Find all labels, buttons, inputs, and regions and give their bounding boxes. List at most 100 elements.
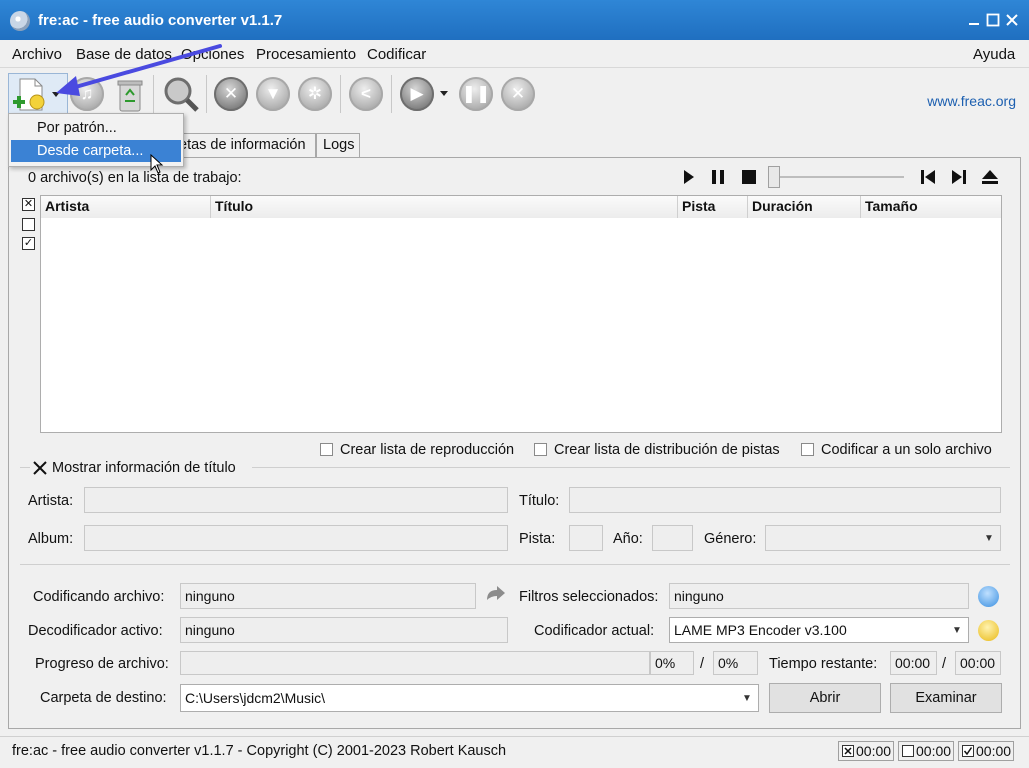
year-field[interactable] — [652, 525, 693, 551]
window-title: fre:ac - free audio converter v1.1.7 — [38, 12, 283, 29]
filter-icon[interactable]: ▼ — [256, 77, 290, 111]
tab-label: Logs — [323, 137, 355, 153]
show-title-info-checkbox[interactable] — [33, 461, 47, 475]
joblist-count: 0 archivo(s) en la lista de trabajo: — [28, 170, 242, 186]
tab-logs[interactable]: Logs — [316, 133, 360, 158]
column-header-title[interactable]: Título — [211, 196, 678, 218]
title-field[interactable] — [569, 487, 1001, 513]
status-time3: 00:00 — [976, 743, 1012, 759]
open-folder-button[interactable]: Abrir — [769, 683, 881, 713]
maximize-icon[interactable] — [985, 12, 1001, 28]
mouse-cursor-icon — [150, 154, 164, 174]
format-arrow-icon — [487, 586, 505, 600]
status-time2: 00:00 — [916, 743, 952, 759]
artist-field[interactable] — [84, 487, 508, 513]
chevron-down-icon: ▼ — [952, 624, 962, 636]
column-header-artist[interactable]: Artista — [41, 196, 211, 218]
stop-icon[interactable]: ✕ — [501, 77, 535, 111]
status-bar: fre:ac - free audio converter v1.1.7 - C… — [0, 736, 1029, 768]
column-header-duration[interactable]: Duración — [748, 196, 861, 218]
output-folder-field[interactable]: C:\Users\jdcm2\Music\ ▼ — [180, 684, 759, 712]
genre-label: Género: — [704, 531, 757, 547]
pause-icon[interactable] — [710, 169, 726, 185]
create-cuesheet-checkbox[interactable] — [534, 443, 547, 456]
stop-icon[interactable] — [741, 169, 757, 185]
encoder-label: Codificador actual: — [534, 623, 655, 639]
filter-icon[interactable] — [978, 586, 999, 607]
checked-x-icon — [842, 745, 854, 757]
output-folder-label: Carpeta de destino: — [40, 690, 167, 706]
minimize-icon[interactable] — [966, 12, 982, 28]
decoder-field: ninguno — [180, 617, 508, 643]
gear-icon[interactable] — [978, 620, 999, 641]
menu-procesamiento[interactable]: Procesamiento — [256, 46, 356, 63]
file-progress-bar — [180, 651, 650, 675]
status-time-selected: 00:00 — [838, 741, 894, 761]
status-text: fre:ac - free audio converter v1.1.7 - C… — [12, 743, 507, 759]
encoding-file-label: Codificando archivo: — [33, 589, 165, 605]
create-playlist-checkbox[interactable] — [320, 443, 333, 456]
album-field[interactable] — [84, 525, 508, 551]
select-none-checkbox[interactable] — [22, 218, 35, 231]
filters-label: Filtros seleccionados: — [519, 589, 659, 605]
eject-icon[interactable] — [981, 168, 999, 186]
previous-track-icon[interactable] — [920, 169, 936, 185]
play-icon[interactable] — [682, 169, 696, 185]
column-header-track[interactable]: Pista — [678, 196, 748, 218]
total-progress-percent: 0% — [713, 651, 758, 675]
menu-item-by-pattern[interactable]: Por patrón... — [11, 117, 181, 139]
app-icon — [10, 11, 30, 31]
track-field[interactable] — [569, 525, 603, 551]
title-bar: fre:ac - free audio converter v1.1.7 — [0, 0, 1029, 40]
column-header-size[interactable]: Tamaño — [861, 196, 1001, 218]
playback-slider-thumb[interactable] — [768, 166, 780, 188]
single-file-checkbox[interactable] — [801, 443, 814, 456]
menu-ayuda[interactable]: Ayuda — [973, 46, 1015, 63]
progress-label: Progreso de archivo: — [35, 656, 169, 672]
album-label: Album: — [28, 531, 74, 547]
remaining-total-time: 00:00 — [955, 651, 1001, 675]
menu-codificar[interactable]: Codificar — [367, 46, 426, 63]
play-icon[interactable]: ▶ — [400, 77, 434, 111]
status-time1: 00:00 — [856, 743, 892, 759]
freac-website-link[interactable]: www.freac.org — [927, 93, 1016, 109]
next-track-icon[interactable] — [951, 169, 967, 185]
chevron-down-icon: ▼ — [742, 692, 752, 704]
checked-box-icon — [962, 745, 974, 757]
joblist-table[interactable]: Artista Título Pista Duración Tamaño — [40, 195, 1002, 433]
toolbar-separator — [340, 75, 341, 113]
status-time-unselected: 00:00 — [898, 741, 954, 761]
remaining-time-label: Tiempo restante: — [769, 656, 878, 672]
decoder-label: Decodificador activo: — [28, 623, 163, 639]
create-playlist-label: Crear lista de reproducción — [340, 442, 515, 458]
track-label: Pista: — [519, 531, 556, 547]
year-label: Año: — [613, 531, 643, 547]
browse-folder-button[interactable]: Examinar — [890, 683, 1002, 713]
chevron-down-icon: ▼ — [984, 532, 994, 544]
unchecked-box-icon — [902, 745, 914, 757]
remaining-separator: / — [942, 656, 947, 672]
show-title-info-label: Mostrar información de título — [52, 460, 236, 476]
share-icon[interactable]: < — [349, 77, 383, 111]
add-files-icon — [13, 78, 45, 111]
pause-icon[interactable]: ❚❚ — [459, 77, 493, 111]
gear-icon[interactable]: ✲ — [298, 77, 332, 111]
annotation-arrow-icon — [56, 44, 222, 96]
file-progress-percent: 0% — [650, 651, 694, 675]
remaining-file-time: 00:00 — [890, 651, 937, 675]
close-icon[interactable] — [1004, 12, 1020, 28]
tab-title-info[interactable]: etas de información — [172, 133, 316, 158]
encoder-value: LAME MP3 Encoder v3.100 — [674, 622, 847, 638]
genre-select[interactable]: ▼ — [765, 525, 1001, 551]
progress-separator: / — [700, 656, 705, 672]
toggle-selection-checkbox[interactable]: ✓ — [22, 237, 35, 250]
single-file-label: Codificar a un solo archivo — [821, 442, 992, 458]
select-all-checkbox[interactable]: ✕ — [22, 198, 35, 211]
encoder-select[interactable]: LAME MP3 Encoder v3.100 ▼ — [669, 617, 969, 643]
create-cuesheet-label: Crear lista de distribución de pistas — [554, 442, 780, 458]
status-time-total: 00:00 — [958, 741, 1014, 761]
play-dropdown-arrow-icon[interactable] — [439, 90, 449, 98]
playback-slider-track[interactable] — [772, 176, 904, 178]
filters-field: ninguno — [669, 583, 969, 609]
toolbar-separator — [391, 75, 392, 113]
